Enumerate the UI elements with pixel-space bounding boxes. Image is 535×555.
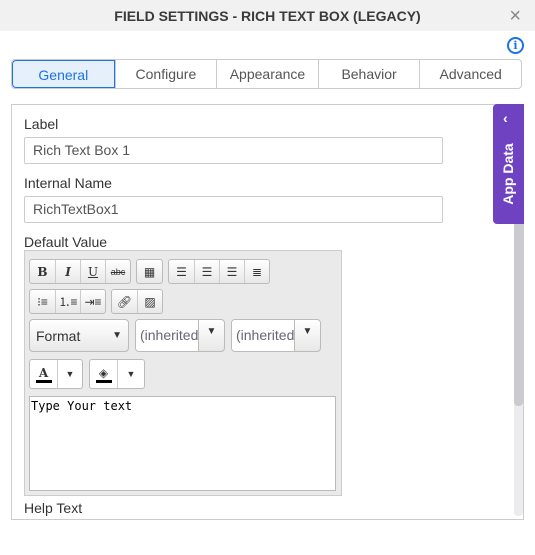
format-select[interactable]: Format ▼: [29, 319, 129, 352]
dialog-title: FIELD SETTINGS - RICH TEXT BOX (LEGACY): [0, 0, 535, 31]
text-color-icon[interactable]: A: [30, 360, 57, 388]
bullet-list-icon[interactable]: ⁝≡: [30, 290, 55, 313]
bold-button[interactable]: B: [30, 260, 55, 283]
tab-general[interactable]: General: [12, 60, 115, 88]
editor-content[interactable]: Type Your text: [29, 396, 336, 491]
chevron-down-icon: ▼: [294, 320, 320, 351]
italic-button[interactable]: I: [55, 260, 80, 283]
background-color-icon[interactable]: ◈: [90, 360, 117, 388]
underline-button[interactable]: U: [80, 260, 105, 283]
app-data-tab[interactable]: ‹ App Data: [493, 104, 524, 224]
numbered-list-icon[interactable]: ⒈≡: [55, 290, 80, 313]
default-value-label: Default Value: [24, 234, 108, 250]
justify-icon[interactable]: ≣: [244, 260, 269, 283]
close-icon[interactable]: ×: [509, 5, 521, 28]
label-input[interactable]: Rich Text Box 1: [24, 137, 443, 164]
chevron-down-icon[interactable]: ▼: [57, 360, 82, 388]
chevron-down-icon: ▼: [112, 330, 122, 341]
tab-advanced[interactable]: Advanced: [419, 60, 521, 88]
font-select[interactable]: (inherited ▼: [135, 319, 225, 352]
chevron-down-icon[interactable]: ▼: [117, 360, 144, 388]
general-panel: Label Rich Text Box 1 Internal Name Rich…: [11, 104, 524, 520]
tab-behavior[interactable]: Behavior: [317, 60, 420, 88]
size-value: (inherited: [232, 320, 294, 351]
label-label: Label: [24, 116, 59, 132]
tab-configure[interactable]: Configure: [114, 60, 217, 88]
size-select[interactable]: (inherited ▼: [231, 319, 321, 352]
internal-name-label: Internal Name: [24, 175, 112, 191]
font-value: (inherited: [136, 320, 198, 351]
link-icon[interactable]: 🔗︎: [112, 290, 137, 313]
table-icon[interactable]: ▦: [137, 260, 162, 283]
align-center-icon[interactable]: ☰: [194, 260, 219, 283]
tab-appearance[interactable]: Appearance: [216, 60, 318, 88]
chevron-down-icon: ▼: [198, 320, 224, 351]
format-value: Format: [36, 327, 81, 344]
help-text-label: Help Text: [24, 500, 83, 516]
align-left-icon[interactable]: ☰: [169, 260, 194, 283]
internal-name-input[interactable]: RichTextBox1: [24, 196, 443, 223]
scrollbar-thumb[interactable]: [514, 224, 523, 406]
align-right-icon[interactable]: ☰: [219, 260, 244, 283]
indent-icon[interactable]: ⇥≡: [80, 290, 105, 313]
info-icon[interactable]: i: [507, 37, 524, 54]
strikethrough-button[interactable]: abc: [105, 260, 130, 283]
chevron-left-icon: ‹: [503, 110, 508, 126]
rich-text-editor: B I U abc ▦ ☰ ☰ ☰ ≣ ⁝≡ ⒈≡ ⇥≡ 🔗︎ ▨ Format…: [24, 250, 342, 496]
image-icon[interactable]: ▨: [137, 290, 162, 313]
app-data-label: App Data: [500, 143, 516, 205]
tab-bar: General Configure Appearance Behavior Ad…: [11, 59, 522, 89]
